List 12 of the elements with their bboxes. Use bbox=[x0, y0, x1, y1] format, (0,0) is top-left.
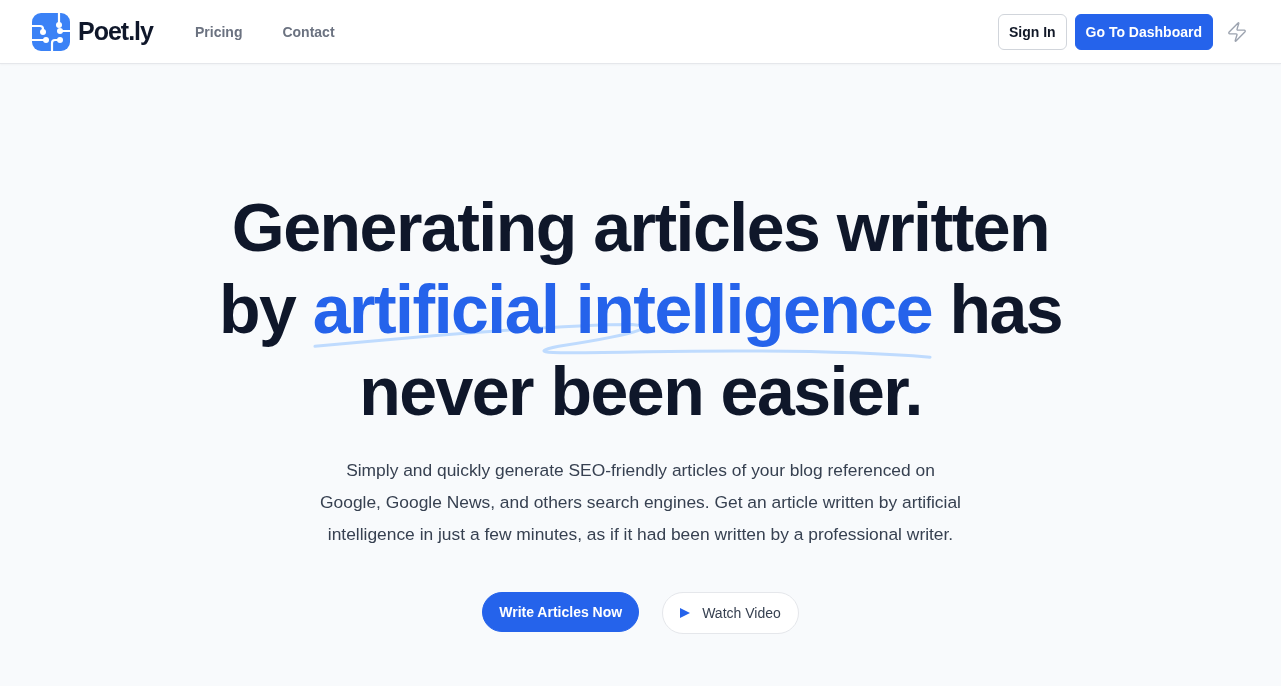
hero-heading: Generating articles written by artificial intelligence has never been easier. bbox=[217, 188, 1064, 431]
hero-description: Simply and quickly generate SEO-friendly articles of your blog referenced on Google, Google News, and others search engines. Get an article written by artificial intelligence in just a few minutes, as if it had been written by a professional writer. bbox=[319, 459, 962, 546]
play-icon bbox=[680, 608, 691, 618]
logo-link[interactable]: Poet.ly bbox=[32, 12, 153, 51]
nav-link[interactable]: Pricing bbox=[195, 23, 243, 40]
lightning-icon[interactable] bbox=[1225, 19, 1249, 44]
write-articles-button[interactable]: Write Articles Now bbox=[482, 592, 640, 632]
nav-link[interactable]: Contact bbox=[282, 23, 335, 40]
watch-video-button[interactable]: Watch Video bbox=[662, 592, 799, 634]
dashboard-button[interactable]: Go To Dashboard bbox=[1074, 13, 1213, 50]
logo-icon bbox=[32, 12, 70, 51]
sign-in-button[interactable]: Sign In bbox=[997, 13, 1067, 50]
